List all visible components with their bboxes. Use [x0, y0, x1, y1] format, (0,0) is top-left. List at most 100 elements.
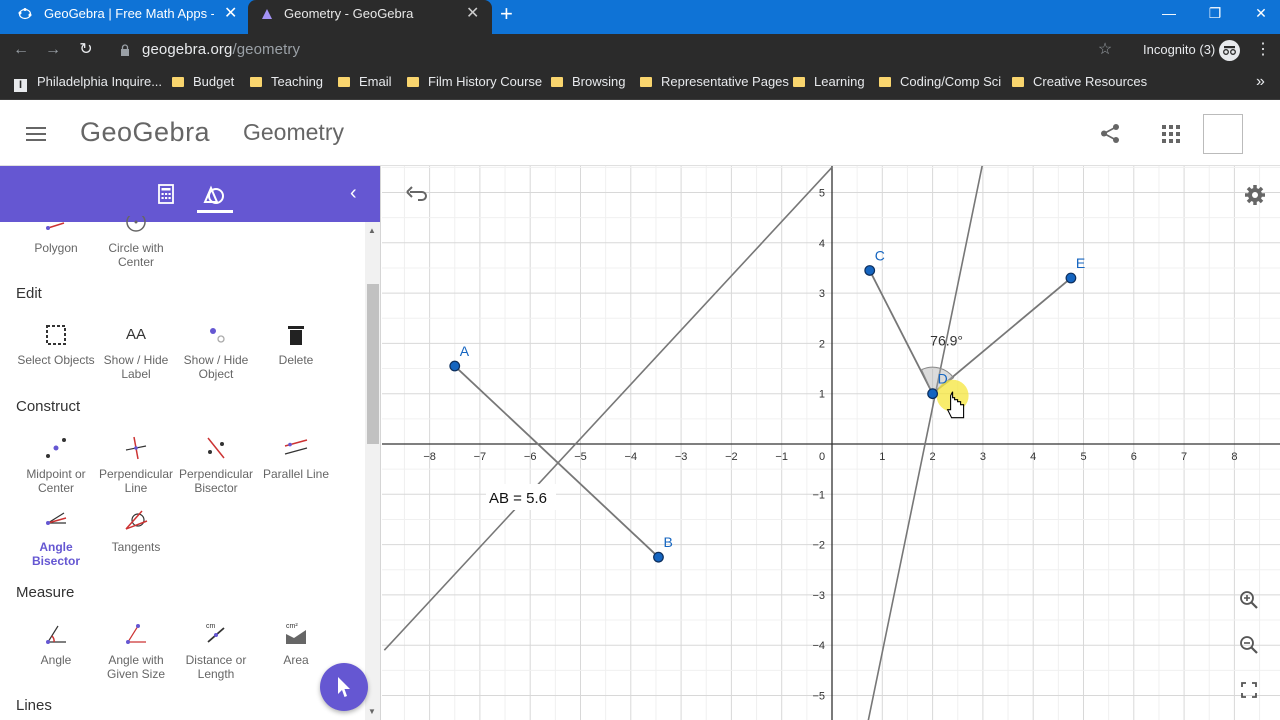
x-tick-label: 7 — [1181, 451, 1187, 463]
bookmark-label: Philadelphia Inquire... — [37, 74, 163, 89]
tool-angle[interactable]: Angle — [16, 622, 96, 678]
panel-tab-bar: ‹ — [0, 166, 380, 222]
graphics-view[interactable]: −8 −7 −6 −5 −4 −3 −2 −1 0 1 2 3 4 5 6 7 8 5 4 3 2 1 −1 −2 −3 −4 −5… — [382, 166, 1280, 720]
geogebra-logo[interactable]: GeoGebra — [80, 117, 210, 148]
tool-show-hide-label[interactable]: AA Show / Hide Label — [96, 323, 176, 381]
plus-icon: + — [500, 1, 513, 26]
circle-with-center-icon — [126, 216, 146, 232]
tool-circle-with-center[interactable]: Circle with Center — [96, 216, 176, 272]
x-tick-label: 2 — [930, 451, 936, 463]
scroll-down-icon[interactable]: ▼ — [368, 707, 376, 716]
geometry-canvas[interactable]: −8 −7 −6 −5 −4 −3 −2 −1 0 1 2 3 4 5 6 7 8 5 4 3 2 1 −1 −2 −3 −4 −5… — [382, 166, 1280, 720]
apps-grid-icon[interactable] — [1162, 125, 1180, 143]
hamburger-menu-icon[interactable] — [26, 126, 46, 142]
calculator-icon[interactable] — [158, 184, 174, 204]
zoom-out-icon[interactable] — [1239, 635, 1259, 655]
incognito-icon[interactable] — [1219, 40, 1240, 61]
tab-geometry[interactable]: Geometry - GeoGebra ✕ — [248, 0, 492, 34]
url-bar[interactable]: geogebra.org/geometry — [142, 41, 300, 58]
fullscreen-icon[interactable] — [1241, 682, 1257, 698]
restore-button[interactable]: ❐ — [1192, 0, 1238, 28]
bookmark-budget[interactable]: Budget — [172, 66, 234, 98]
panel-scrollbar[interactable]: ▲ ▼ — [365, 222, 380, 720]
bookmark-label: Representative Pages — [661, 74, 789, 89]
close-tab-icon[interactable]: ✕ — [224, 0, 237, 28]
bookmark-label: Email — [359, 74, 392, 89]
bookmarks-overflow-button[interactable]: » — [1256, 66, 1265, 98]
perpendicular-bisector-icon — [207, 437, 225, 459]
y-tick-label: 3 — [819, 288, 825, 300]
new-tab-button[interactable]: + — [500, 0, 524, 28]
geogebra-favicon-icon — [18, 8, 32, 20]
tool-label: Polygon — [34, 241, 78, 255]
move-tool-button[interactable] — [320, 663, 368, 711]
settings-gear-icon[interactable] — [1244, 184, 1266, 206]
tool-tangents[interactable]: Tangents — [96, 509, 176, 565]
tool-angle-bisector[interactable]: Angle Bisector — [16, 509, 96, 568]
tangents-icon — [125, 510, 148, 530]
tool-perpendicular-bisector[interactable]: Perpendicular Bisector — [176, 436, 256, 495]
x-tick-label: −5 — [574, 451, 587, 463]
point-d — [927, 388, 938, 400]
bookmark-film-history[interactable]: Film History Course — [407, 66, 542, 98]
incognito-label[interactable]: Incognito (3) — [1143, 42, 1215, 57]
bookmark-label: Coding/Comp Sci — [900, 74, 1002, 89]
y-tick-label: 4 — [819, 238, 825, 250]
bookmark-creative-resources[interactable]: Creative Resources — [1012, 66, 1147, 98]
tool-perpendicular-line[interactable]: Perpendicular Line — [96, 436, 176, 495]
tool-parallel-line[interactable]: Parallel Line — [256, 436, 336, 492]
tools-panel: ‹ Polygon Circle with Center Edit Select… — [0, 166, 381, 720]
scrollbar-thumb[interactable] — [367, 284, 379, 444]
tools-icon[interactable] — [202, 182, 226, 206]
perpendicular-line-icon — [125, 436, 147, 460]
angle-icon — [46, 625, 66, 644]
minimize-button[interactable]: — — [1146, 0, 1192, 28]
share-icon[interactable] — [1100, 123, 1121, 144]
tab-geogebra-apps[interactable]: GeoGebra | Free Math Apps - use ✕ — [0, 0, 248, 28]
close-tab-icon[interactable]: ✕ — [466, 0, 479, 28]
bookmark-teaching[interactable]: Teaching — [250, 66, 323, 98]
tab-title: Geometry - GeoGebra — [284, 6, 414, 21]
back-arrow-icon[interactable]: ← — [10, 34, 32, 66]
avatar[interactable] — [1203, 114, 1243, 154]
bookmark-star-icon[interactable]: ☆ — [1094, 34, 1116, 66]
tool-show-hide-object[interactable]: Show / Hide Object — [176, 323, 256, 381]
point-a — [449, 360, 461, 372]
tool-midpoint[interactable]: Midpoint or Center — [16, 436, 96, 495]
x-tick-label: 5 — [1080, 451, 1086, 463]
tool-delete[interactable]: Delete — [256, 323, 336, 379]
bookmark-coding[interactable]: Coding/Comp Sci — [879, 66, 1001, 98]
tab-title: GeoGebra | Free Math Apps - use — [44, 6, 214, 21]
tool-select-objects[interactable]: Select Objects — [16, 323, 96, 379]
undo-icon[interactable] — [406, 184, 428, 202]
more-menu-icon[interactable]: ⋮ — [1252, 34, 1274, 66]
section-measure: Measure — [16, 584, 75, 601]
address-toolbar: ← → ↻ geogebra.org/geometry ☆ Incognito … — [0, 34, 1280, 66]
tool-label: Perpendicular Bisector — [178, 467, 254, 495]
geogebra-favicon-icon — [262, 9, 272, 19]
tool-distance-length[interactable]: cm Distance or Length — [176, 622, 256, 681]
folder-icon — [793, 77, 805, 87]
folder-icon — [407, 77, 419, 87]
forward-arrow-icon[interactable]: → — [42, 34, 64, 66]
collapse-panel-icon[interactable]: ‹ — [350, 181, 364, 205]
lock-icon — [121, 44, 129, 56]
cursor-arrow-icon — [338, 677, 350, 697]
tool-label: Show / Hide Label — [103, 353, 169, 381]
bookmark-representative-pages[interactable]: Representative Pages — [640, 66, 789, 98]
scroll-up-icon[interactable]: ▲ — [368, 226, 376, 235]
tool-area[interactable]: cm² Area — [256, 622, 336, 678]
url-host: geogebra.org — [142, 41, 233, 58]
x-tick-label: 1 — [879, 451, 885, 463]
zoom-in-icon[interactable] — [1239, 590, 1259, 610]
close-window-button[interactable]: ✕ — [1238, 0, 1280, 28]
tool-label: Perpendicular Line — [98, 467, 174, 495]
tool-polygon[interactable]: Polygon — [16, 222, 96, 272]
reload-icon[interactable]: ↻ — [75, 34, 97, 66]
bookmark-browsing[interactable]: Browsing — [551, 66, 625, 98]
tool-angle-given-size[interactable]: Angle with Given Size — [96, 622, 176, 681]
x-tick-label: −7 — [474, 451, 487, 463]
bookmark-email[interactable]: Email — [338, 66, 392, 98]
bookmark-philadelphia[interactable]: I Philadelphia Inquire... — [14, 66, 162, 98]
bookmark-learning[interactable]: Learning — [793, 66, 865, 98]
